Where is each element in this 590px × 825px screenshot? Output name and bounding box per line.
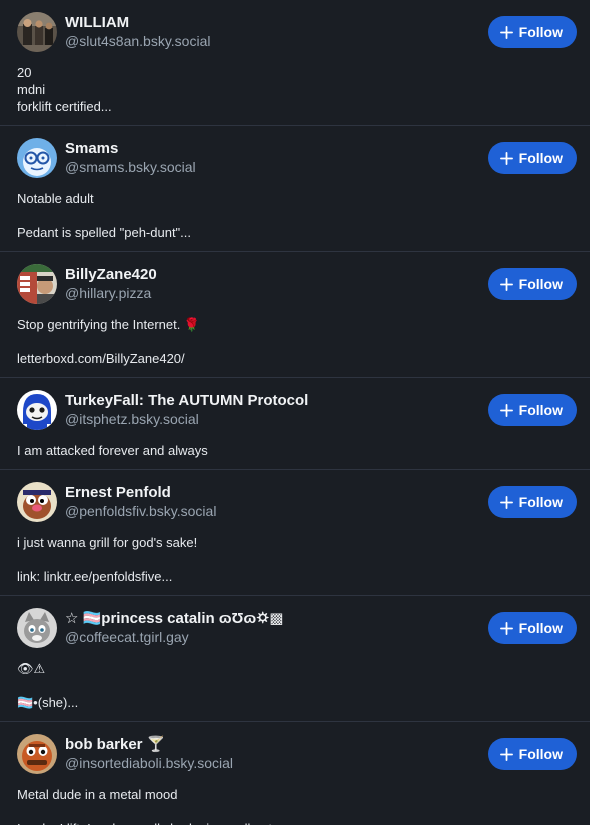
follow-label: Follow <box>518 276 563 292</box>
plus-icon <box>499 151 513 165</box>
follow-button[interactable]: Follow <box>487 738 577 770</box>
user-card[interactable]: Ernest Penfold @penfoldsfiv.bsky.social … <box>0 470 590 596</box>
bio-line: Notable adult <box>17 191 94 206</box>
follow-label: Follow <box>518 24 563 40</box>
avatar[interactable] <box>17 734 57 774</box>
bio-line <box>17 333 576 350</box>
avatar[interactable] <box>17 12 57 52</box>
user-card[interactable]: TurkeyFall: The AUTUMN Protocol @itsphet… <box>0 378 590 470</box>
user-card[interactable]: WILLIAM @slut4s8an.bsky.social Follow 20… <box>0 0 590 126</box>
user-bio: I am attacked forever and always <box>17 442 576 469</box>
plus-icon <box>499 277 513 291</box>
bio-line: Stop gentrifying the Internet. 🌹 <box>17 317 201 332</box>
bio-line <box>17 677 576 694</box>
bio-line: letterboxd.com/BillyZane420/ <box>17 351 185 366</box>
bio-line: I code, I lift, I make small shrubs in s… <box>17 820 576 825</box>
avatar[interactable] <box>17 482 57 522</box>
user-bio: 20 mdni forklift certified... <box>17 64 576 125</box>
follow-label: Follow <box>518 150 563 166</box>
user-card[interactable]: ☆ 🏳️‍⚧️princess catalin ɷƱɷ🌣▩ @coffeecat… <box>0 596 590 722</box>
plus-icon <box>499 747 513 761</box>
follow-button[interactable]: Follow <box>487 394 577 426</box>
bio-line: i just wanna grill for god's sake! <box>17 535 198 550</box>
user-bio: 👁⚠ 🏳️‍⚧️•(she)... <box>17 660 576 721</box>
user-bio: i just wanna grill for god's sake! link: … <box>17 534 576 595</box>
bio-line <box>17 551 576 568</box>
bio-line: forklift certified... <box>17 99 112 114</box>
follow-button[interactable]: Follow <box>487 16 577 48</box>
follow-button[interactable]: Follow <box>487 486 577 518</box>
follow-label: Follow <box>518 494 563 510</box>
plus-icon <box>499 403 513 417</box>
bio-line: link: linktr.ee/penfoldsfive... <box>17 569 173 584</box>
bio-line: 🏳️‍⚧️•(she)... <box>17 695 79 710</box>
plus-icon <box>499 621 513 635</box>
follow-button[interactable]: Follow <box>487 268 577 300</box>
plus-icon <box>499 25 513 39</box>
bio-line: I am attacked forever and always <box>17 443 208 458</box>
bio-line: Pedant is spelled "peh-dunt"... <box>17 225 192 240</box>
user-card[interactable]: bob barker 🍸 @insortediaboli.bsky.social… <box>0 722 590 825</box>
avatar[interactable] <box>17 138 57 178</box>
bio-line <box>17 803 576 820</box>
avatar[interactable] <box>17 390 57 430</box>
user-card[interactable]: BillyZane420 @hillary.pizza Follow Stop … <box>0 252 590 378</box>
follow-button[interactable]: Follow <box>487 612 577 644</box>
bio-line: mdni <box>17 82 46 97</box>
user-bio: Stop gentrifying the Internet. 🌹 letterbo… <box>17 316 576 377</box>
avatar[interactable] <box>17 264 57 304</box>
plus-icon <box>499 495 513 509</box>
bio-line: 👁⚠ <box>17 661 46 676</box>
user-list: WILLIAM @slut4s8an.bsky.social Follow 20… <box>0 0 590 825</box>
follow-button[interactable]: Follow <box>487 142 577 174</box>
bio-line: Metal dude in a metal mood <box>17 787 178 802</box>
follow-label: Follow <box>518 620 563 636</box>
bio-line: 20 <box>17 65 32 80</box>
avatar[interactable] <box>17 608 57 648</box>
user-bio: Metal dude in a metal mood I code, I lift… <box>17 786 576 825</box>
follow-label: Follow <box>518 746 563 762</box>
follow-label: Follow <box>518 402 563 418</box>
user-bio: Notable adult Pedant is spelled "peh-dunt… <box>17 190 576 251</box>
user-card[interactable]: Smams @smams.bsky.social Follow Notable … <box>0 126 590 252</box>
bio-line <box>17 207 576 224</box>
